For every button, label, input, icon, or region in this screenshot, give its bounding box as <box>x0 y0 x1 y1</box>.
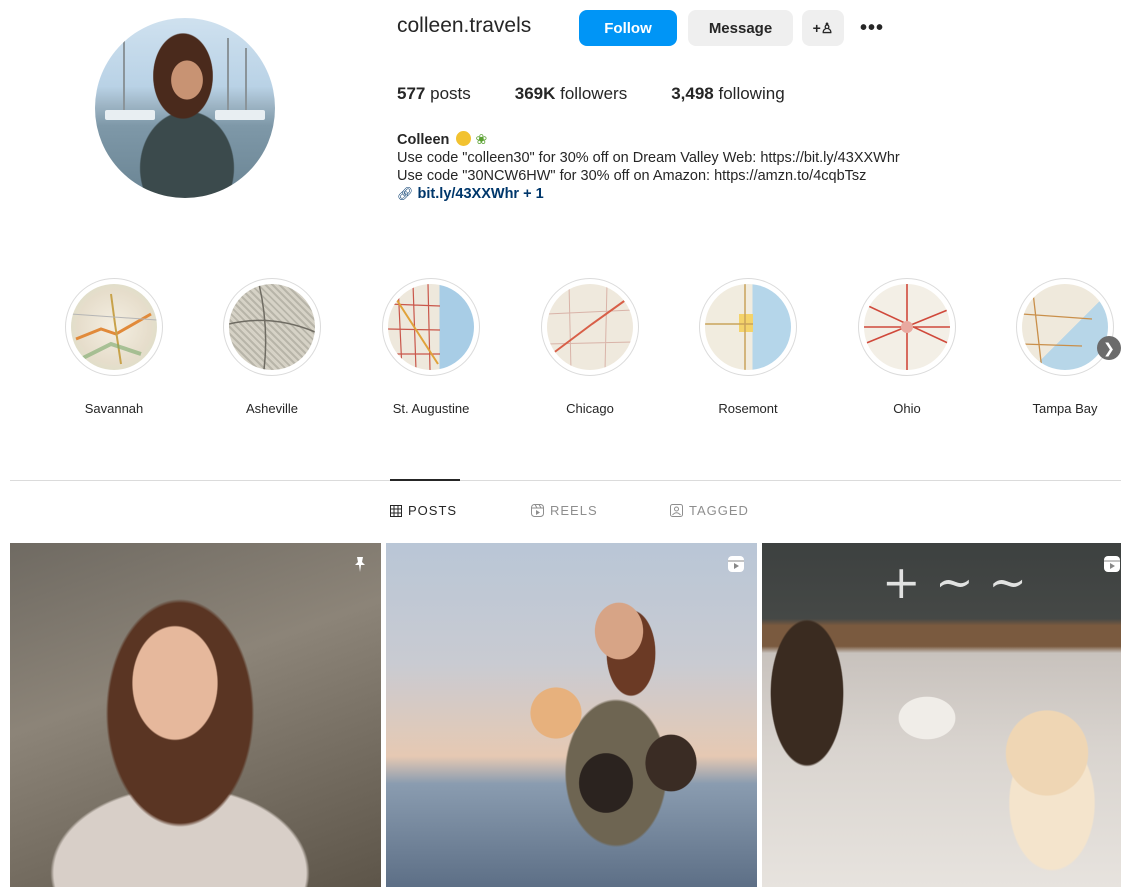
map-thumbnail <box>71 284 157 370</box>
neon-sign-decoration: + ~ ~ <box>882 555 1027 609</box>
followers-count: 369K <box>514 84 556 103</box>
tab-reels-label: REELS <box>550 503 598 518</box>
reel-icon <box>1103 555 1121 578</box>
highlight-asheville[interactable]: Asheville <box>222 278 322 416</box>
map-thumbnail <box>229 284 315 370</box>
map-thumbnail <box>388 284 474 370</box>
highlight-ring <box>1016 278 1114 376</box>
posts-stat: 577 posts <box>397 84 471 104</box>
highlight-ring <box>382 278 480 376</box>
map-thumbnail <box>705 284 791 370</box>
pin-icon <box>351 555 369 578</box>
grid-icon <box>390 504 402 517</box>
smile-emoji-icon <box>456 131 472 146</box>
following-label: following <box>718 84 785 103</box>
tagged-icon <box>670 504 683 517</box>
message-button[interactable]: Message <box>688 10 793 46</box>
post-tile[interactable]: + ~ ~ <box>762 543 1121 887</box>
tab-posts-label: POSTS <box>408 503 458 518</box>
profile-stats: 577 posts 369K followers 3,498 following <box>397 84 829 104</box>
highlight-chicago[interactable]: Chicago <box>540 278 640 416</box>
tab-tagged[interactable]: TAGGED <box>670 503 749 518</box>
highlight-ring <box>858 278 956 376</box>
map-thumbnail <box>864 284 950 370</box>
following-stat[interactable]: 3,498 following <box>671 84 784 104</box>
tab-tagged-label: TAGGED <box>689 503 749 518</box>
highlight-label: Chicago <box>566 401 614 416</box>
active-tab-indicator <box>390 479 460 481</box>
suggest-user-icon[interactable]: +♙ <box>802 10 844 46</box>
highlight-label: Asheville <box>245 401 299 416</box>
tabs-divider <box>10 480 1121 481</box>
more-options-icon[interactable]: ••• <box>852 12 892 44</box>
highlight-ring <box>541 278 639 376</box>
highlight-label: Ohio <box>893 401 921 416</box>
highlight-label: St. Augustine <box>392 401 470 416</box>
highlight-ring <box>65 278 163 376</box>
followers-stat[interactable]: 369K followers <box>515 84 627 104</box>
bio-line-1: Use code "colleen30" for 30% off on Drea… <box>397 150 900 166</box>
highlight-ring <box>699 278 797 376</box>
highlight-label: Rosemont <box>718 401 778 416</box>
follow-button[interactable]: Follow <box>579 10 677 46</box>
post-tile[interactable] <box>10 543 381 887</box>
highlight-st-augustine[interactable]: St. Augustine <box>381 278 481 416</box>
leaf-emoji-icon: ❀ <box>475 131 488 147</box>
map-thumbnail <box>1022 284 1108 370</box>
link-icon: 🔗︎ <box>397 186 414 201</box>
highlight-label: Tampa Bay <box>1032 401 1098 416</box>
posts-count: 577 <box>397 84 426 103</box>
highlight-ohio[interactable]: Ohio <box>857 278 957 416</box>
reel-icon <box>727 555 745 578</box>
bio-link-text[interactable]: bit.ly/43XXWhr + 1 <box>418 186 544 202</box>
profile-avatar[interactable] <box>95 18 275 198</box>
profile-username: colleen.travels <box>397 14 532 37</box>
bio-line-2: Use code "30NCW6HW" for 30% off on Amazo… <box>397 168 867 184</box>
followers-label: followers <box>560 84 628 103</box>
bio-link[interactable]: 🔗︎ bit.ly/43XXWhr + 1 <box>397 185 900 203</box>
tab-reels[interactable]: REELS <box>531 503 598 518</box>
tab-posts[interactable]: POSTS <box>390 503 457 518</box>
chevron-right-icon[interactable]: ❯ <box>1097 336 1121 360</box>
posts-label: posts <box>430 84 471 103</box>
reels-icon <box>531 504 544 517</box>
highlight-savannah[interactable]: Savannah <box>64 278 164 416</box>
bio-name: Colleen <box>397 132 450 148</box>
map-thumbnail <box>547 284 633 370</box>
highlight-label: Savannah <box>84 401 144 416</box>
following-count: 3,498 <box>671 84 714 103</box>
profile-bio: Colleen ❀ Use code "colleen30" for 30% o… <box>397 130 900 203</box>
highlight-rosemont[interactable]: Rosemont <box>698 278 798 416</box>
post-tile[interactable] <box>386 543 757 887</box>
highlight-ring <box>223 278 321 376</box>
